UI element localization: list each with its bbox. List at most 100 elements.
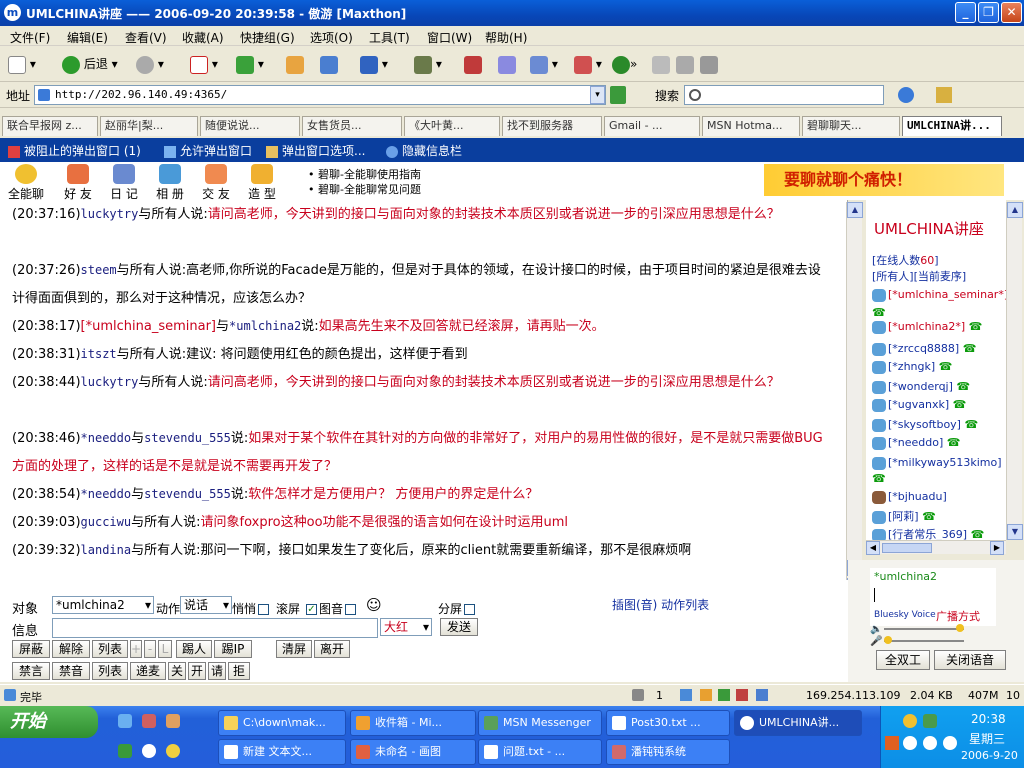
nav-quanneng[interactable]: 全能聊 xyxy=(4,164,48,202)
refresh-icon[interactable]: ▾ xyxy=(236,52,264,76)
leave-button[interactable]: 离开 xyxy=(314,640,350,658)
mic-order-link[interactable]: [所有人][当前麦序] xyxy=(872,268,966,284)
mic-close-button[interactable]: 关 xyxy=(168,662,186,680)
task-questions[interactable]: 问题.txt - ... xyxy=(478,739,602,765)
promo-banner[interactable]: 要聊就聊个痛快！ xyxy=(764,164,1004,196)
scroll-up-icon[interactable]: ▲ xyxy=(847,202,863,218)
scroll-right-icon[interactable]: ▶ xyxy=(990,541,1004,555)
user-item[interactable]: [*wonderqj] ☎ xyxy=(872,380,970,394)
pen-icon[interactable] xyxy=(652,52,670,76)
download-icon[interactable] xyxy=(632,689,644,701)
tab-not-found[interactable]: 找不到服务器 xyxy=(502,116,602,136)
split-option[interactable]: 分屏 xyxy=(438,600,477,617)
volume-knob[interactable] xyxy=(956,624,964,632)
allow-popup-item[interactable]: 允许弹出窗口 xyxy=(164,142,252,159)
menu-tools[interactable]: 工具(T) xyxy=(369,29,410,46)
window-icon[interactable] xyxy=(756,689,768,701)
whisper-option[interactable]: 悄悄 xyxy=(232,600,271,617)
user-item[interactable]: ☎ xyxy=(872,472,886,485)
new-page-icon[interactable]: ▾ xyxy=(8,52,36,76)
menu-options[interactable]: 选项(O) xyxy=(310,29,353,46)
color-select[interactable]: 大红 ▾ xyxy=(380,618,432,636)
full-duplex-button[interactable]: 全双工 xyxy=(876,650,930,670)
menu-window[interactable]: 窗口(W) xyxy=(427,29,472,46)
user-item[interactable]: [*skysoftboy] ☎ xyxy=(872,418,978,432)
blocked-popup-item[interactable]: 被阻止的弹出窗口 (1) xyxy=(8,142,141,159)
faq-link[interactable]: • 碧聊-全能聊常见问题 xyxy=(308,181,421,197)
proxy-icon[interactable] xyxy=(680,689,692,701)
search-engine-icon[interactable] xyxy=(898,87,914,103)
action-select[interactable]: 说话 ▾ xyxy=(180,596,232,614)
tab-gmail[interactable]: Gmail - ... xyxy=(604,116,700,136)
reject-button[interactable]: 拒 xyxy=(228,662,250,680)
nav-album[interactable]: 相 册 xyxy=(148,164,192,202)
image-option[interactable]: ✓ 图音 xyxy=(304,600,358,617)
task-new-text[interactable]: 新建 文本文... xyxy=(218,739,346,765)
user-item[interactable]: ☎ xyxy=(872,306,886,319)
task-explorer[interactable]: C:\down\mak... xyxy=(218,710,346,736)
user-item[interactable]: [*ugvanxk] ☎ xyxy=(872,398,966,412)
tools-icon[interactable] xyxy=(700,52,718,76)
minus-button[interactable]: - xyxy=(144,640,156,658)
clock-weekday[interactable]: 星期三 xyxy=(969,730,1005,747)
guide-link[interactable]: • 碧聊-全能聊使用指南 xyxy=(308,166,421,182)
eraser-icon[interactable] xyxy=(676,52,694,76)
kick-button[interactable]: 踢人 xyxy=(176,640,212,658)
list-button[interactable]: 列表 xyxy=(92,640,128,658)
nav-avatar[interactable]: 造 型 xyxy=(240,164,284,202)
tray-icon[interactable] xyxy=(923,736,937,750)
broadcast-mode[interactable]: 广播方式 xyxy=(936,608,980,624)
menu-favorites[interactable]: 收藏(A) xyxy=(182,29,224,46)
nav-diary[interactable]: 日 记 xyxy=(102,164,146,202)
tray-icon[interactable] xyxy=(903,714,917,728)
web-icon[interactable] xyxy=(612,52,630,76)
close-button[interactable]: ✕ xyxy=(1001,2,1022,23)
task-system[interactable]: 潘钝钝系统 xyxy=(606,739,730,765)
message-input[interactable] xyxy=(52,618,378,638)
invite-button[interactable]: 请 xyxy=(208,662,226,680)
refresh-status-icon[interactable] xyxy=(718,689,730,701)
mic-list-button[interactable]: 列表 xyxy=(92,662,128,680)
tab-zhaolihua[interactable]: 赵丽华|梨... xyxy=(100,116,198,136)
insert-image-link[interactable]: 插图(音) 动作列表 xyxy=(612,596,709,613)
start-button[interactable]: 开始 xyxy=(0,706,98,738)
ie-icon[interactable] xyxy=(118,714,132,728)
stop-icon[interactable]: ▾ xyxy=(190,52,218,76)
user-list-hscroll[interactable]: ◀ ▶ xyxy=(866,540,1006,555)
clear-screen-button[interactable]: 清屏 xyxy=(276,640,312,658)
tray-expand-icon[interactable] xyxy=(903,736,917,750)
quicklaunch-icon[interactable] xyxy=(118,744,132,758)
user-item[interactable]: [*needdo] ☎ xyxy=(872,436,961,450)
nav-dating[interactable]: 交 友 xyxy=(194,164,238,202)
toolbar-more-button[interactable]: » xyxy=(630,52,637,76)
close-voice-button[interactable]: 关闭语音 xyxy=(934,650,1006,670)
tab-dayehuang[interactable]: 《大叶黄... xyxy=(404,116,500,136)
tab-biliao[interactable]: 碧聊聊天... xyxy=(802,116,900,136)
flash-icon[interactable] xyxy=(700,689,712,701)
scroll-left-icon[interactable]: ◀ xyxy=(866,541,880,555)
quicklaunch-icon[interactable] xyxy=(142,714,156,728)
user-item[interactable]: [*umlchina_seminar*] xyxy=(872,288,1008,302)
favorites-icon[interactable] xyxy=(464,52,482,76)
user-item[interactable]: [*bjhuadu] xyxy=(872,490,947,504)
task-post30[interactable]: Post30.txt ... xyxy=(606,710,730,736)
user-item[interactable]: [*milkyway513kimo] xyxy=(872,456,1002,470)
quicklaunch-icon[interactable] xyxy=(166,714,180,728)
mic-knob[interactable] xyxy=(884,636,892,644)
undo-close-icon[interactable]: ▾ xyxy=(360,52,388,76)
script-icon[interactable] xyxy=(736,689,748,701)
block-button[interactable]: 屏蔽 xyxy=(12,640,50,658)
tab-suibian[interactable]: 随便说说... xyxy=(200,116,300,136)
unblock-button[interactable]: 解除 xyxy=(52,640,90,658)
tab-zaobao[interactable]: 联合早报网 z... xyxy=(2,116,98,136)
pass-mic-button[interactable]: 递麦 xyxy=(130,662,166,680)
scroll-down-icon[interactable]: ▼ xyxy=(1007,524,1023,540)
menu-help[interactable]: 帮助(H) xyxy=(485,29,527,46)
kick-ip-button[interactable]: 踢IP xyxy=(214,640,252,658)
clock-date[interactable]: 2006-9-20 xyxy=(961,749,1018,762)
mute-text-button[interactable]: 禁言 xyxy=(12,662,50,680)
task-paint[interactable]: 未命名 - 画图 xyxy=(350,739,476,765)
tray-icon[interactable] xyxy=(923,714,937,728)
tray-icon[interactable] xyxy=(943,736,957,750)
hide-infobar-item[interactable]: 隐藏信息栏 xyxy=(386,142,462,159)
